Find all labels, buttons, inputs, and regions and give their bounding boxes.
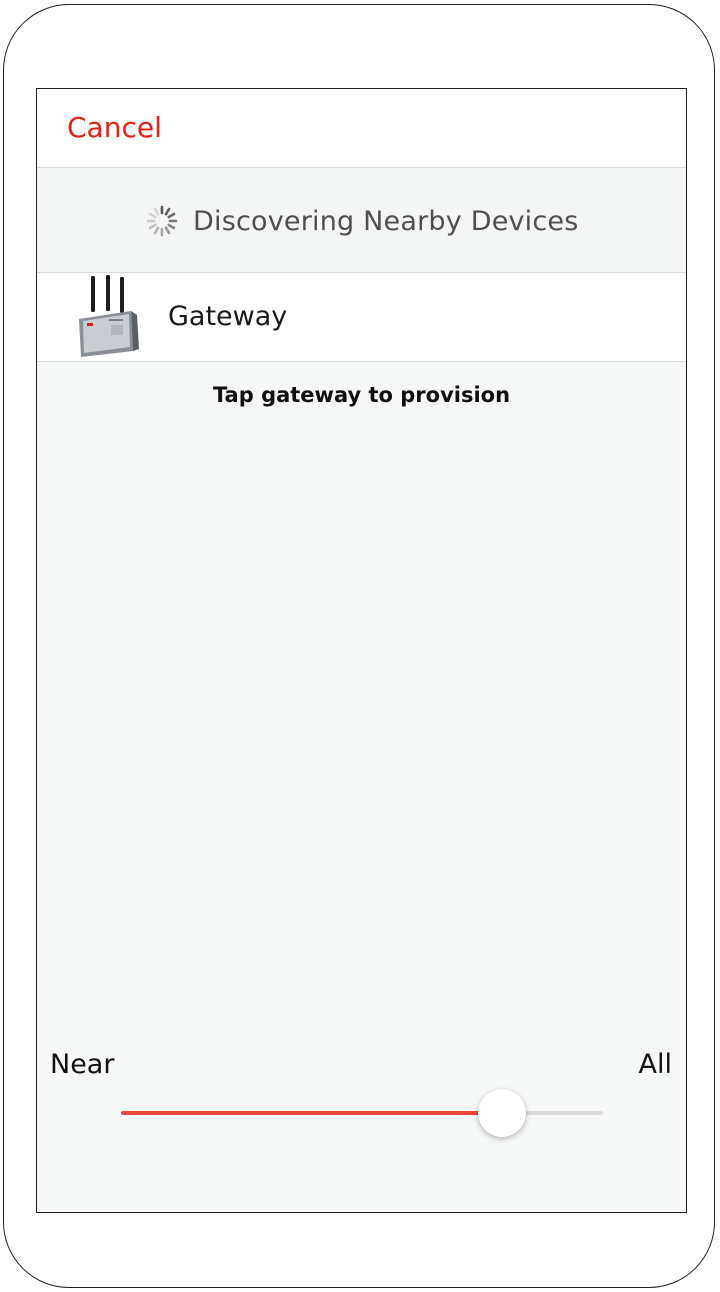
range-slider[interactable] (121, 1089, 603, 1137)
cancel-button[interactable]: Cancel (67, 111, 162, 144)
slider-thumb[interactable] (477, 1089, 526, 1137)
app-screen: Cancel Discovering Nearby Devices Gatewa… (36, 88, 687, 1213)
gateway-router-icon (79, 275, 139, 357)
discovery-status-text: Discovering Nearby Devices (193, 205, 579, 237)
discovery-status: Discovering Nearby Devices (145, 204, 579, 238)
discovery-banner: Discovering Nearby Devices (37, 168, 686, 273)
device-name: Gateway (168, 301, 288, 332)
nav-bar: Cancel (37, 89, 686, 168)
near-label: Near (50, 1049, 115, 1080)
activity-spinner-icon (146, 205, 178, 237)
provision-hint: Tap gateway to provision (212, 383, 511, 407)
device-row-gateway[interactable]: Gateway (37, 273, 686, 362)
all-label: All (638, 1049, 672, 1080)
slider-fill (121, 1111, 502, 1115)
